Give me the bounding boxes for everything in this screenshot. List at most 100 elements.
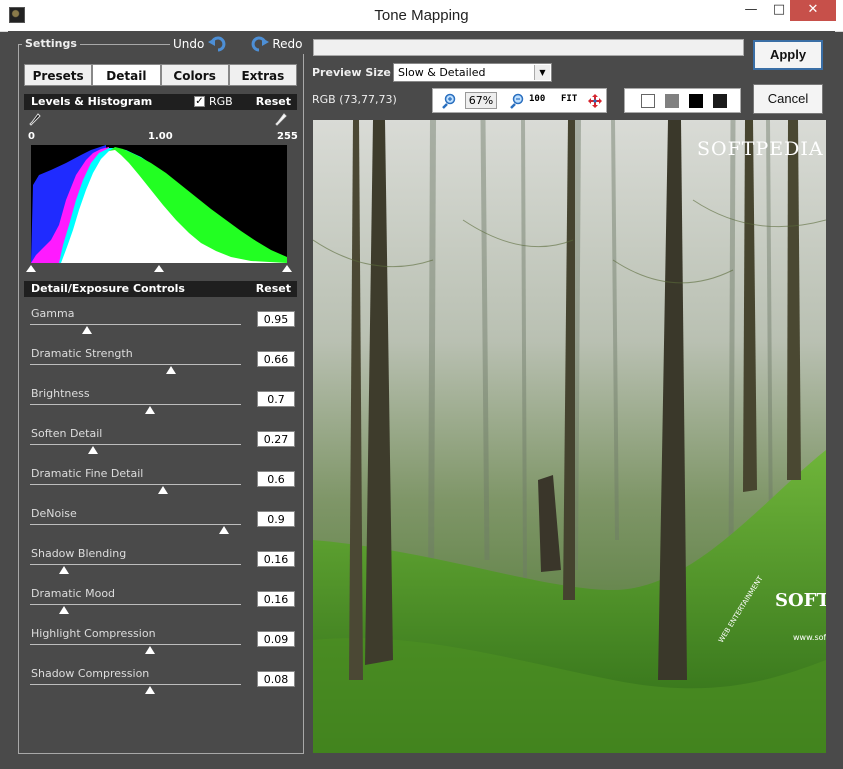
black-background-swatch[interactable] xyxy=(689,94,703,108)
histogram xyxy=(31,145,287,263)
move-icon[interactable] xyxy=(587,93,603,109)
softpedia-watermark-small: SOFT xyxy=(775,590,826,611)
value-field[interactable]: 0.66 xyxy=(257,351,295,367)
control-dramatic-mood: Dramatic Mood 0.16 xyxy=(24,587,297,627)
gamma-point-handle[interactable] xyxy=(154,265,164,272)
softpedia-watermark: SOFTPEDIA xyxy=(697,138,824,160)
zoom-in-icon[interactable] xyxy=(441,93,457,109)
cancel-button[interactable]: Cancel xyxy=(753,84,823,114)
minimize-button[interactable]: — xyxy=(737,0,765,21)
window-title: Tone Mapping xyxy=(374,7,469,24)
redo-button[interactable]: Redo xyxy=(272,34,302,54)
control-brightness: Brightness 0.7 xyxy=(24,387,297,427)
slider-track[interactable] xyxy=(30,444,241,445)
rgb-label: RGB xyxy=(209,95,233,108)
zoom-out-icon[interactable] xyxy=(509,93,525,109)
preview-size-select[interactable]: Slow & Detailed ▼ xyxy=(393,63,552,82)
settings-label: Settings xyxy=(22,37,80,50)
control-shadow-compression: Shadow Compression 0.08 xyxy=(24,667,297,707)
control-label: Brightness xyxy=(31,387,90,400)
value-field[interactable]: 0.08 xyxy=(257,671,295,687)
control-shadow-blending: Shadow Blending 0.16 xyxy=(24,547,297,587)
zoom-toolbar: 67% 100 FIT xyxy=(432,88,607,113)
histogram-axis-mid: 1.00 xyxy=(148,131,173,142)
value-field[interactable]: 0.9 xyxy=(257,511,295,527)
slider-thumb[interactable] xyxy=(145,646,156,654)
slider-thumb[interactable] xyxy=(219,526,230,534)
value-field[interactable]: 0.6 xyxy=(257,471,295,487)
tone-mapping-window: Tone Mapping — □ ✕ Settings Undo Redo Pr… xyxy=(0,0,843,769)
zoom-100-button[interactable]: 100 xyxy=(529,94,545,104)
tab-presets[interactable]: Presets xyxy=(24,64,93,86)
slider-thumb[interactable] xyxy=(145,686,156,694)
levels-header: Levels & Histogram ✓ RGB Reset xyxy=(24,94,297,110)
title-bar: Tone Mapping — □ ✕ xyxy=(0,0,843,32)
close-button[interactable]: ✕ xyxy=(790,0,836,21)
undo-button[interactable]: Undo xyxy=(173,34,204,54)
slider-track[interactable] xyxy=(30,564,241,565)
redo-arrow-icon[interactable] xyxy=(249,34,269,54)
settings-tabs: Presets Detail Colors Extras xyxy=(24,64,297,86)
slider-track[interactable] xyxy=(30,524,241,525)
levels-reset-button[interactable]: Reset xyxy=(256,94,291,110)
preview-size-value: Slow & Detailed xyxy=(398,66,486,79)
slider-thumb[interactable] xyxy=(166,366,177,374)
white-eyedropper-icon[interactable] xyxy=(275,113,287,127)
apply-button[interactable]: Apply xyxy=(753,40,823,70)
slider-track[interactable] xyxy=(30,644,241,645)
zoom-level[interactable]: 67% xyxy=(465,92,497,109)
white-background-swatch[interactable] xyxy=(641,94,655,108)
control-label: Dramatic Mood xyxy=(31,587,116,600)
slider-track[interactable] xyxy=(30,484,241,485)
slider-thumb[interactable] xyxy=(58,566,69,574)
progress-bar xyxy=(313,39,744,56)
rgb-checkbox[interactable]: ✓ xyxy=(194,96,205,107)
slider-track[interactable] xyxy=(30,604,241,605)
slider-track[interactable] xyxy=(30,324,241,325)
undo-redo-area: Undo Redo xyxy=(170,34,306,54)
control-dramatic-fine-detail: Dramatic Fine Detail 0.6 xyxy=(24,467,297,507)
tab-detail[interactable]: Detail xyxy=(92,64,161,86)
dark-background-swatch[interactable] xyxy=(713,94,727,108)
value-field[interactable]: 0.09 xyxy=(257,631,295,647)
slider-track[interactable] xyxy=(30,364,241,365)
detail-exposure-title: Detail/Exposure Controls xyxy=(31,282,185,295)
control-label: Soften Detail xyxy=(31,427,103,440)
control-dramatic-strength: Dramatic Strength 0.66 xyxy=(24,347,297,387)
preview-image[interactable]: SOFTPEDIA SOFT www.soft WEB ENTERTAINMEN… xyxy=(313,120,826,753)
black-point-handle[interactable] xyxy=(26,265,36,272)
value-field[interactable]: 0.95 xyxy=(257,311,295,327)
zoom-fit-button[interactable]: FIT xyxy=(561,94,577,104)
slider-thumb[interactable] xyxy=(157,486,168,494)
chevron-down-icon[interactable]: ▼ xyxy=(534,65,550,80)
gray-background-swatch[interactable] xyxy=(665,94,679,108)
control-label: Shadow Compression xyxy=(31,667,150,680)
control-label: Dramatic Strength xyxy=(31,347,133,360)
slider-thumb[interactable] xyxy=(88,446,99,454)
black-eyedropper-icon[interactable] xyxy=(29,113,41,127)
control-denoise: DeNoise 0.9 xyxy=(24,507,297,547)
softpedia-url: www.soft xyxy=(793,633,826,642)
control-highlight-compression: Highlight Compression 0.09 xyxy=(24,627,297,667)
tab-colors[interactable]: Colors xyxy=(160,64,229,86)
slider-track[interactable] xyxy=(30,684,241,685)
control-label: Gamma xyxy=(31,307,75,320)
value-field[interactable]: 0.7 xyxy=(257,391,295,407)
undo-arrow-icon[interactable] xyxy=(207,34,228,54)
value-field[interactable]: 0.27 xyxy=(257,431,295,447)
control-soften-detail: Soften Detail 0.27 xyxy=(24,427,297,467)
control-label: Shadow Blending xyxy=(31,547,127,560)
preview-size-label: Preview Size xyxy=(312,66,391,79)
value-field[interactable]: 0.16 xyxy=(257,551,295,567)
slider-track[interactable] xyxy=(30,404,241,405)
tab-extras[interactable]: Extras xyxy=(228,64,297,86)
maximize-button[interactable]: □ xyxy=(765,0,793,21)
value-field[interactable]: 0.16 xyxy=(257,591,295,607)
dialog-client: Settings Undo Redo Presets Detail Colors… xyxy=(8,31,835,761)
control-label: DeNoise xyxy=(31,507,77,520)
detail-reset-button[interactable]: Reset xyxy=(256,281,291,297)
white-point-handle[interactable] xyxy=(282,265,292,272)
slider-thumb[interactable] xyxy=(81,326,92,334)
slider-thumb[interactable] xyxy=(145,406,156,414)
slider-thumb[interactable] xyxy=(58,606,69,614)
